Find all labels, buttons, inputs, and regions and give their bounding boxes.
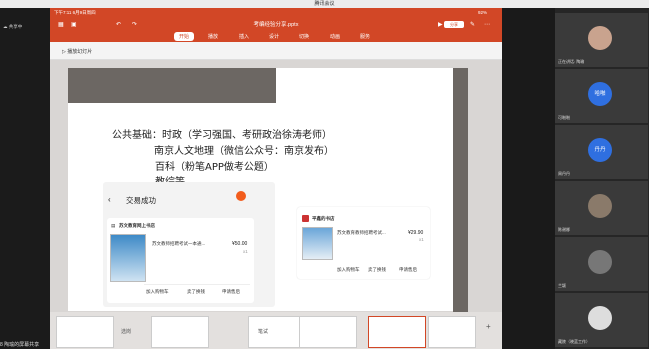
shared-screen: 下午7:11 6月9日周四 92% ▦ ▣ ↶ ↷ 考编经验分享.pptx ▶ … (50, 8, 502, 349)
item-price-2: ¥29.90 (408, 230, 424, 236)
participant-tile[interactable]: 兰颖 (555, 237, 648, 291)
item-title-2: 苏文教育教师招聘考试... (337, 230, 386, 235)
slide-text-line: 公共基础：时政（学习强国、考研政治徐涛老师） (112, 130, 332, 141)
after-sales-button: 申请售后 (222, 289, 240, 294)
file-title: 考编经验分享.pptx (253, 22, 299, 28)
slide-image-block (68, 68, 276, 103)
tab-service[interactable]: 服务 (355, 32, 375, 41)
thumbnail-label: 笔试 (258, 329, 269, 335)
shop-name: 苏文教育网上书店 (119, 223, 155, 228)
item-qty-2: x1 (419, 237, 424, 242)
sharing-label: ☁ 共享中 (3, 24, 23, 29)
store-icon: ▤ (111, 223, 116, 228)
slide-thumbnail[interactable] (151, 316, 209, 348)
status-time: 下午7:11 6月9日周四 (54, 10, 96, 15)
slide-text-line: 南京人文地理（微信公众号：南京发布） (154, 146, 334, 157)
slide-thumbnail[interactable] (248, 316, 306, 348)
more-icon[interactable]: ⋯ (484, 22, 490, 28)
after-sales-button-2: 申请售后 (399, 267, 417, 272)
participant-name: 藏陵（晓蓝工作） (558, 339, 590, 344)
battery-level: 92% (478, 10, 488, 15)
slide-thumbnail[interactable] (428, 316, 476, 348)
shop-name-2: 平鑫的书店 (312, 216, 335, 221)
participant-name: 陈谢娜 (558, 227, 570, 232)
participant-tile[interactable]: 哈啪 可啪啪 (555, 69, 648, 123)
participant-name: 周丹丹 (558, 171, 570, 176)
tab-home[interactable]: 开始 (174, 32, 195, 41)
participant-tile[interactable]: 丹丹 周丹丹 (555, 125, 648, 179)
slide-thumbnail[interactable] (299, 316, 357, 348)
thumbnail-label: 选岗 (121, 329, 132, 335)
participants-gutter (502, 8, 555, 349)
chevron-left-icon: ‹ (108, 195, 111, 204)
participant-name: 兰颖 (558, 283, 566, 288)
tab-insert[interactable]: 插入 (234, 32, 254, 41)
slide-text-line: 百科（粉笔APP做考公题） (155, 162, 274, 173)
avatar (588, 250, 612, 274)
ribbon-toolbar (50, 42, 502, 60)
play-icon[interactable]: ▶ (438, 22, 443, 28)
avatar: 丹丹 (588, 138, 612, 162)
avatar (588, 194, 612, 218)
item-qty: x1 (243, 249, 248, 254)
play-slideshow-button[interactable]: ▷ 播放幻灯片 (62, 48, 92, 55)
tab-play[interactable]: 播放 (203, 32, 223, 41)
tab-animation[interactable]: 动画 (325, 32, 345, 41)
participant-tile[interactable]: 正在讲话: 陶瑜 (555, 13, 648, 67)
tab-transition[interactable]: 切换 (294, 32, 314, 41)
avatar: 哈啪 (588, 82, 612, 106)
shop-badge-icon (302, 215, 309, 222)
comment-icon[interactable]: ✎ (470, 22, 475, 28)
share-button[interactable]: 分享 (444, 21, 464, 28)
chat-icon (236, 191, 246, 201)
divider (144, 284, 250, 285)
add-to-cart-button: 加入购物车 (146, 289, 169, 294)
meeting-title: 腾讯会议 (314, 1, 335, 7)
left-sidebar (0, 8, 50, 349)
slide-thumbnail[interactable] (56, 316, 114, 348)
slide-image-strip (453, 68, 468, 312)
book-cover-image (110, 234, 146, 282)
participant-name: 可啪啪 (558, 115, 570, 120)
avatar (588, 306, 612, 330)
book-cover-image-2 (302, 227, 333, 260)
avatar (588, 26, 612, 50)
participant-tile[interactable]: 藏陵（晓蓝工作） (555, 293, 648, 347)
tab-design[interactable]: 设计 (264, 32, 284, 41)
screen-share-label: 8 陶瑜的屏幕共享 (0, 342, 40, 348)
cloud-icon: ☁ (3, 24, 8, 29)
sell-button: 卖了换钱 (187, 289, 205, 294)
add-slide-icon[interactable]: + (486, 322, 491, 331)
participant-tile[interactable]: 陈谢娜 (555, 181, 648, 235)
add-to-cart-button-2: 加入购物车 (337, 267, 360, 272)
slide-thumbnail-selected[interactable] (368, 316, 426, 348)
order-status-title: 交易成功 (126, 196, 156, 205)
item-price: ¥50.00 (232, 241, 248, 247)
participant-name: 正在讲话: 陶瑜 (558, 59, 585, 64)
item-title: 苏文教师招聘考试一本通... (152, 241, 206, 246)
sell-button-2: 卖了换钱 (368, 267, 386, 272)
